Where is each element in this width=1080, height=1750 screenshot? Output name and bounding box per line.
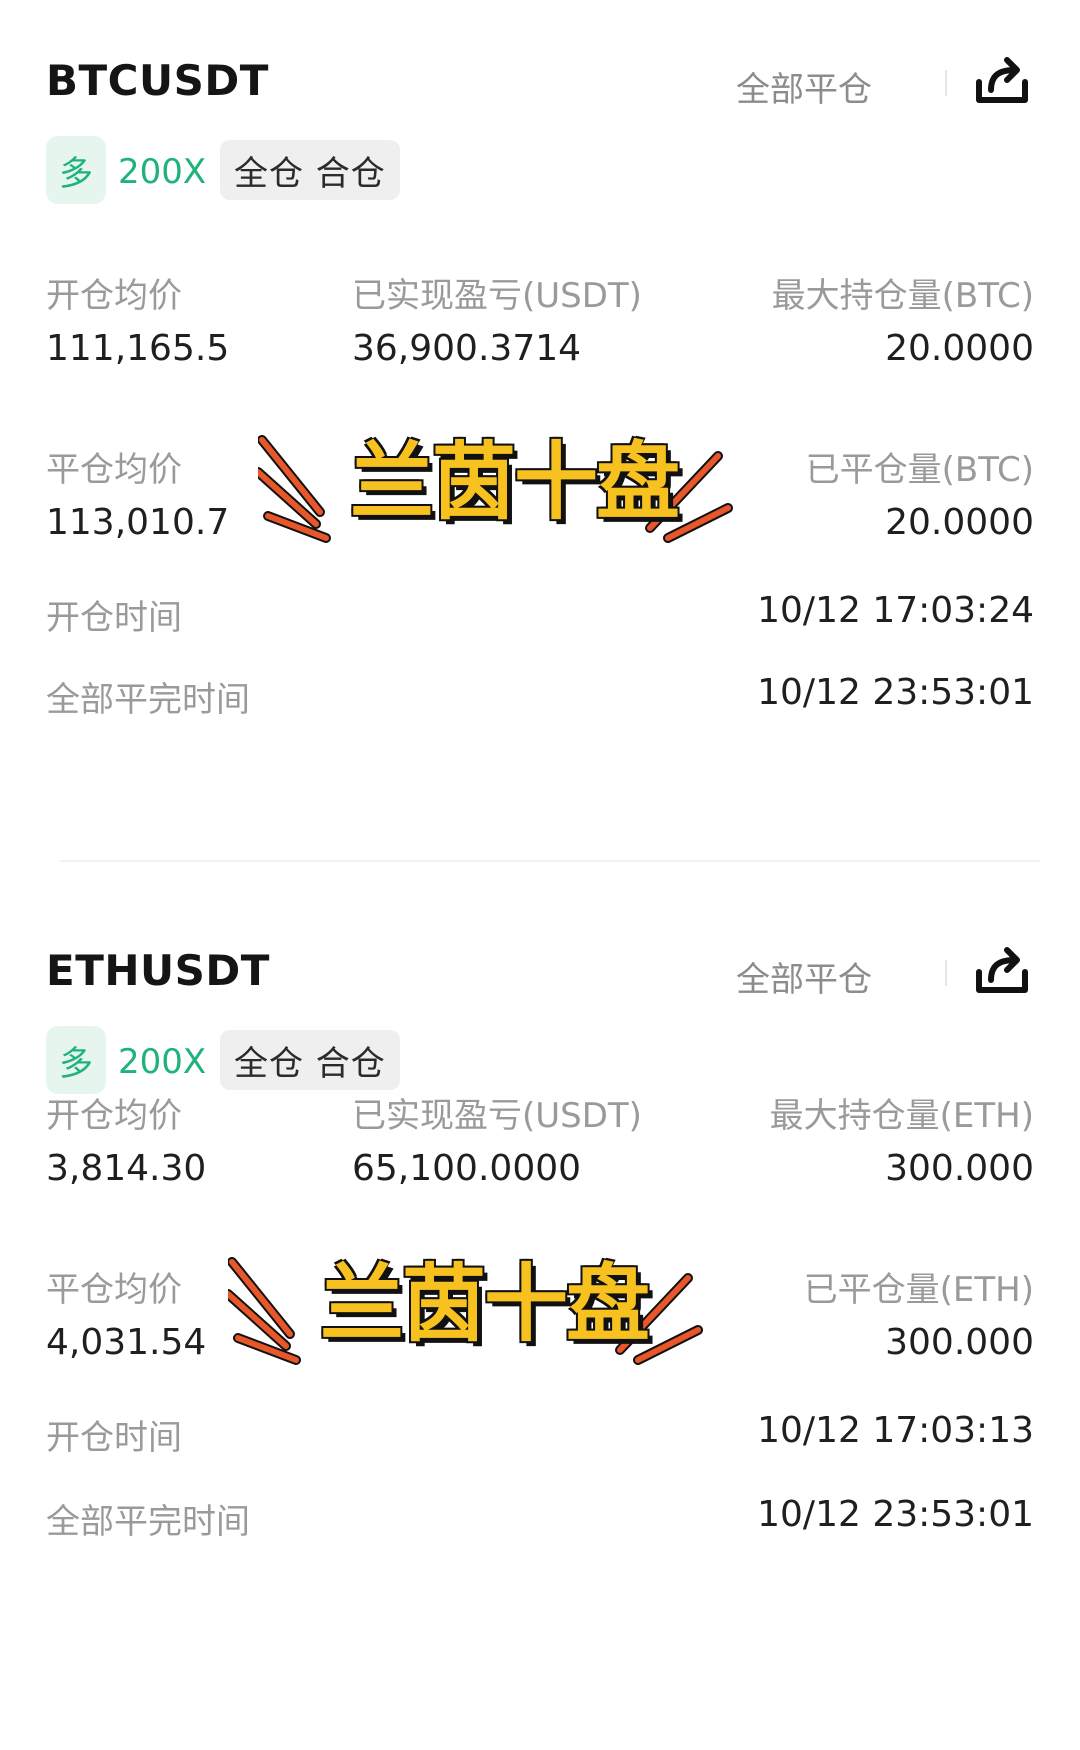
close-avg-value: 4,031.54 bbox=[46, 1322, 207, 1363]
closed-amount-label: 已平仓量(BTC) bbox=[805, 450, 1034, 490]
close-avg-label: 平仓均价 bbox=[46, 450, 182, 490]
side-tag-long: 多 bbox=[46, 1026, 106, 1094]
full-close-time-value: 10/12 23:53:01 bbox=[757, 1494, 1034, 1535]
margin-mode-tag: 全仓 合仓 bbox=[220, 140, 400, 200]
leverage-tag: 200X bbox=[118, 152, 207, 192]
close-all-button[interactable]: 全部平仓 bbox=[736, 952, 872, 1001]
leverage-tag: 200X bbox=[118, 1042, 207, 1082]
realized-pnl-value: 36,900.3714 bbox=[352, 328, 582, 369]
open-avg-value: 3,814.30 bbox=[46, 1148, 207, 1189]
watermark-sticker: 兰茵十盘 bbox=[253, 420, 778, 560]
header-divider bbox=[945, 70, 947, 96]
position-card-btcusdt: BTCUSDT 全部平仓 多 200X 全仓 合仓 开仓均价 111,165.5… bbox=[0, 0, 1080, 860]
watermark-text: 兰茵十盘 bbox=[319, 1254, 650, 1353]
realized-pnl-value: 65,100.0000 bbox=[352, 1148, 582, 1189]
side-tag-long: 多 bbox=[46, 136, 106, 204]
share-icon[interactable] bbox=[973, 942, 1033, 998]
close-all-button[interactable]: 全部平仓 bbox=[736, 62, 872, 111]
symbol-title: BTCUSDT bbox=[46, 56, 269, 105]
max-position-value: 300.000 bbox=[885, 1148, 1034, 1189]
close-avg-value: 113,010.7 bbox=[46, 502, 230, 543]
open-time-label: 开仓时间 bbox=[46, 1418, 182, 1458]
margin-mode-tag: 全仓 合仓 bbox=[220, 1030, 400, 1090]
open-time-value: 10/12 17:03:13 bbox=[757, 1410, 1034, 1451]
full-close-time-label: 全部平完时间 bbox=[46, 680, 250, 720]
share-icon[interactable] bbox=[973, 52, 1033, 108]
realized-pnl-label: 已实现盈亏(USDT) bbox=[352, 1096, 642, 1136]
max-position-label: 最大持仓量(ETH) bbox=[769, 1096, 1034, 1136]
open-time-value: 10/12 17:03:24 bbox=[757, 590, 1034, 631]
open-avg-label: 开仓均价 bbox=[46, 276, 182, 316]
header-divider bbox=[945, 960, 947, 986]
close-avg-label: 平仓均价 bbox=[46, 1270, 182, 1310]
card-divider bbox=[60, 860, 1040, 862]
full-close-time-value: 10/12 23:53:01 bbox=[757, 672, 1034, 713]
open-avg-label: 开仓均价 bbox=[46, 1096, 182, 1136]
full-close-time-label: 全部平完时间 bbox=[46, 1502, 250, 1542]
realized-pnl-label: 已实现盈亏(USDT) bbox=[352, 276, 642, 316]
closed-amount-value: 300.000 bbox=[885, 1322, 1034, 1363]
position-card-ethusdt: ETHUSDT 全部平仓 多 200X 全仓 合仓 开仓均价 3,814.30 … bbox=[0, 890, 1080, 1750]
max-position-label: 最大持仓量(BTC) bbox=[771, 276, 1034, 316]
watermark-sticker: 兰茵十盘 bbox=[223, 1242, 748, 1382]
watermark-text: 兰茵十盘 bbox=[349, 432, 680, 531]
closed-amount-value: 20.0000 bbox=[885, 502, 1034, 543]
max-position-value: 20.0000 bbox=[885, 328, 1034, 369]
closed-amount-label: 已平仓量(ETH) bbox=[803, 1270, 1034, 1310]
open-time-label: 开仓时间 bbox=[46, 598, 182, 638]
open-avg-value: 111,165.5 bbox=[46, 328, 230, 369]
symbol-title: ETHUSDT bbox=[46, 946, 270, 995]
